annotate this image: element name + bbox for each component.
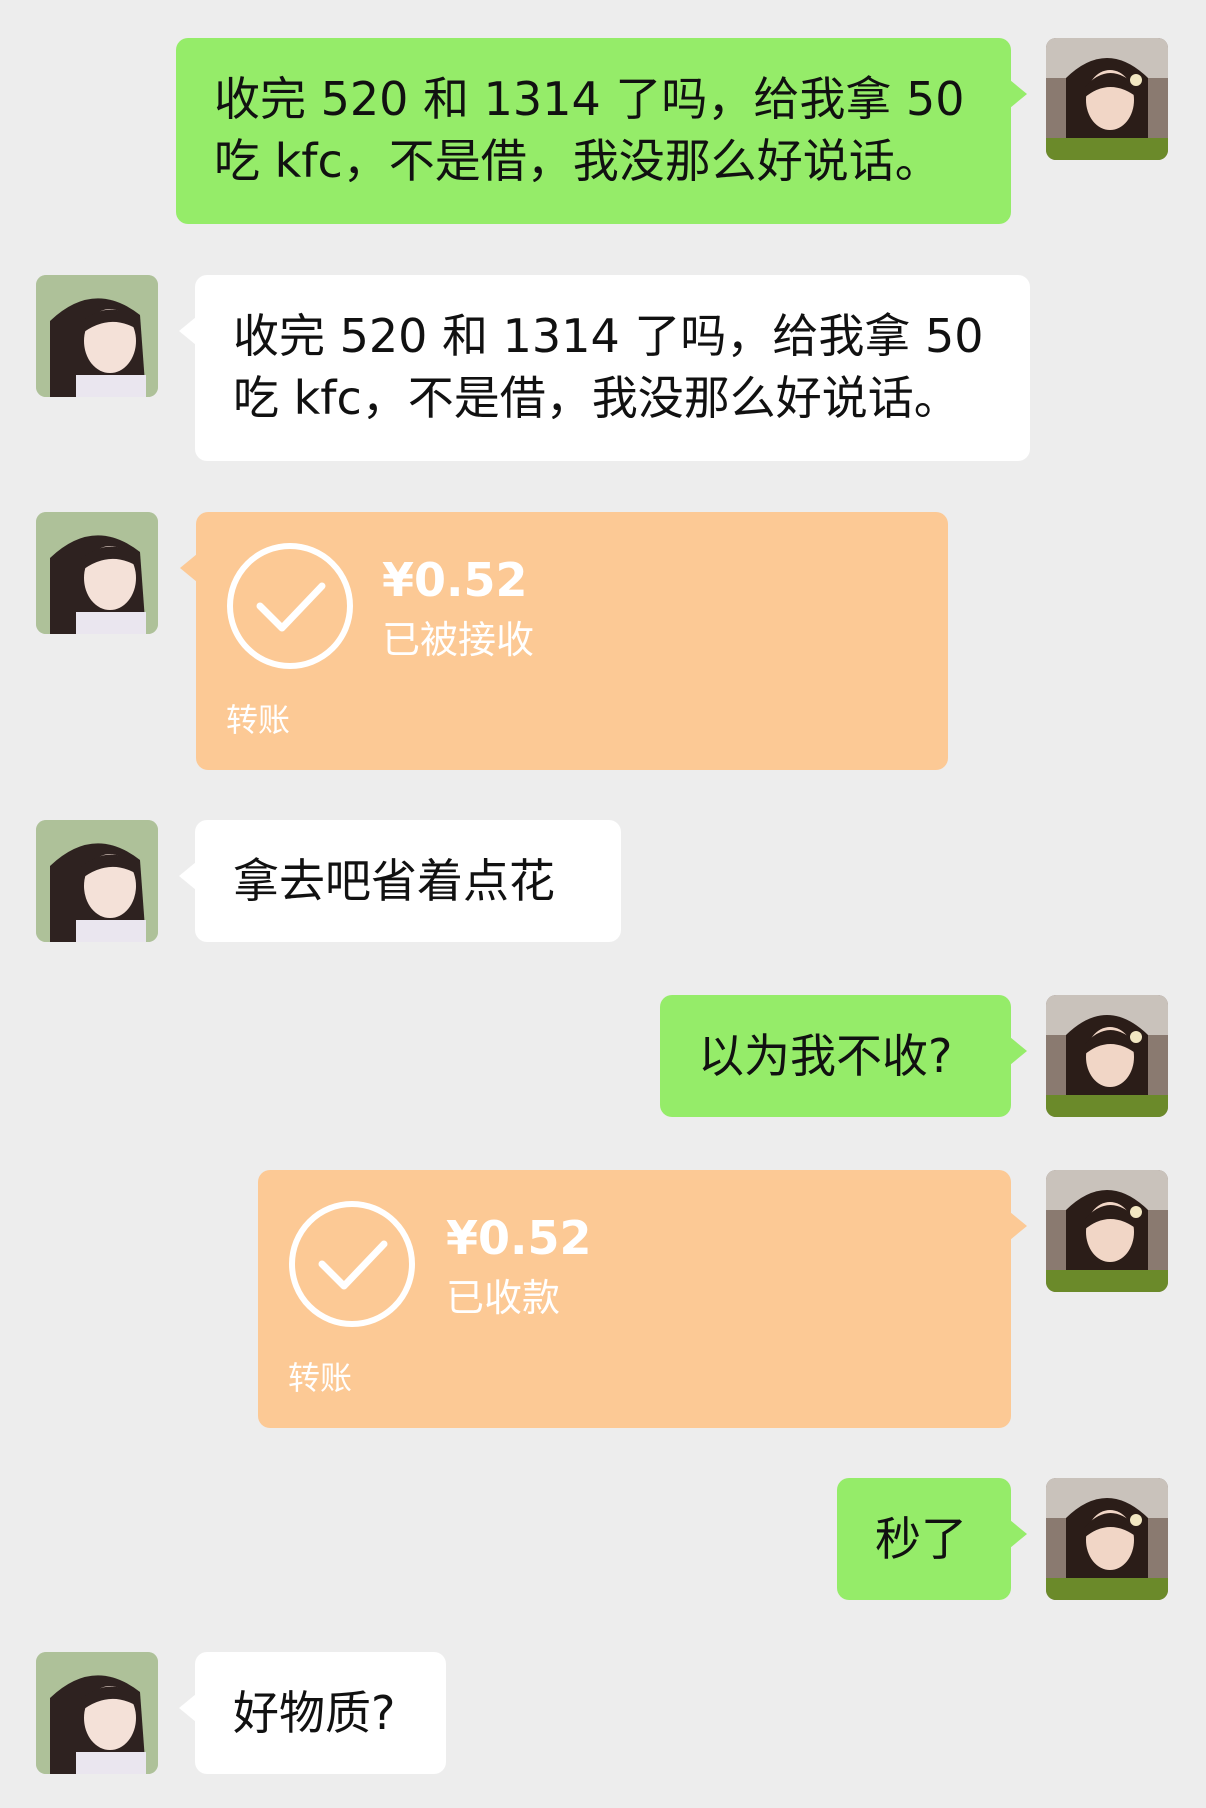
transfer-status: 已被接收: [382, 618, 535, 662]
self-avatar[interactable]: [1046, 38, 1168, 160]
self-avatar[interactable]: [1046, 995, 1168, 1117]
self-avatar[interactable]: [1046, 1170, 1168, 1292]
transfer-card[interactable]: ¥0.52 已收款 转账: [258, 1170, 1027, 1428]
check-circle-icon: [227, 543, 353, 669]
message-text: 拿去吧省着点花: [233, 854, 555, 908]
message-text: 好物质?: [233, 1686, 396, 1740]
check-circle-icon: [289, 1201, 415, 1327]
bubble-tail: [1010, 1520, 1027, 1548]
contact-avatar[interactable]: [36, 512, 158, 634]
transfer-amount: ¥0.52: [382, 553, 528, 607]
message-text: 收完 520 和 1314 了吗，给我拿 50 吃 kfc，不是借，我没那么好说…: [214, 72, 965, 188]
message-bubble-received[interactable]: 收完 520 和 1314 了吗，给我拿 50 吃 kfc，不是借，我没那么好说…: [179, 275, 1030, 461]
bubble-tail: [1010, 1037, 1027, 1065]
self-avatar[interactable]: [1046, 1478, 1168, 1600]
transfer-card[interactable]: ¥0.52 已被接收 转账: [180, 512, 948, 770]
bubble-tail: [179, 1694, 196, 1722]
transfer-status: 已收款: [446, 1276, 561, 1320]
bubble-tail: [1010, 80, 1027, 108]
bubble-tail: [1010, 1212, 1027, 1240]
contact-avatar[interactable]: [36, 275, 158, 397]
contact-avatar[interactable]: [36, 820, 158, 942]
transfer-amount: ¥0.52: [446, 1211, 592, 1265]
bubble-tail: [180, 554, 197, 582]
bubble-tail: [179, 317, 196, 345]
chat-history: 收完 520 和 1314 了吗，给我拿 50 吃 kfc，不是借，我没那么好说…: [0, 0, 1206, 1808]
message-bubble-received[interactable]: 好物质?: [179, 1652, 446, 1774]
transfer-label: 转账: [226, 701, 291, 739]
message-bubble-sent[interactable]: 以为我不收?: [660, 995, 1027, 1117]
message-bubble-sent[interactable]: 秒了: [837, 1478, 1027, 1600]
message-text: 收完 520 和 1314 了吗，给我拿 50 吃 kfc，不是借，我没那么好说…: [233, 309, 984, 425]
message-bubble-received[interactable]: 拿去吧省着点花: [179, 820, 621, 942]
message-text: 以为我不收?: [698, 1029, 953, 1083]
message-bubble-sent[interactable]: 收完 520 和 1314 了吗，给我拿 50 吃 kfc，不是借，我没那么好说…: [176, 38, 1027, 224]
bubble-tail: [179, 862, 196, 890]
contact-avatar[interactable]: [36, 1652, 158, 1774]
message-text: 秒了: [875, 1512, 967, 1566]
transfer-label: 转账: [288, 1359, 353, 1397]
